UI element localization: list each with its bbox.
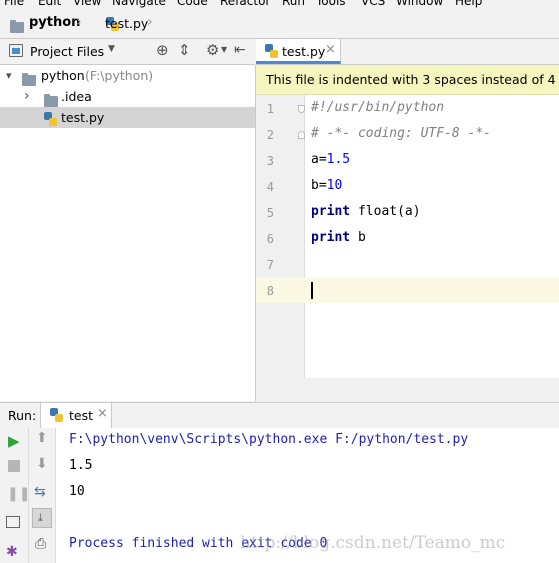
menu-tools[interactable]: Tools [316, 0, 346, 8]
folder-icon [10, 20, 24, 33]
code-lines: #!/usr/bin/python # -*- coding: UTF-8 -*-… [305, 95, 559, 378]
project-tree: ▾ python (F:\python) › .idea test.py [0, 65, 256, 401]
code-line: #!/usr/bin/python [311, 100, 444, 115]
editor-tab-bar: test.py × [256, 39, 559, 65]
breadcrumb-project[interactable]: python [29, 15, 80, 30]
fold-marker-icon[interactable] [298, 131, 305, 139]
tree-item-label: test.py [61, 110, 105, 125]
console-line: F:\python\venv\Scripts\python.exe F:/pyt… [69, 432, 469, 447]
expanded-arrow-icon[interactable]: ▾ [6, 65, 12, 86]
editor-bottom [256, 378, 559, 401]
line-number: 4 [266, 180, 274, 194]
notice-text: This file is indented with 3 spaces inst… [266, 72, 556, 87]
indentation-notice: This file is indented with 3 spaces inst… [256, 65, 559, 95]
collapse-all-icon[interactable]: ⇕ [178, 41, 191, 59]
run-label: Run: [8, 408, 37, 423]
console-line: 1.5 [69, 458, 93, 473]
run-panel-header: Run: test × [0, 402, 559, 429]
line-number: 6 [266, 232, 274, 246]
code-token: 10 [326, 178, 343, 193]
run-toolbar-primary: ▶ ❚❚ ✱ [0, 428, 30, 563]
pause-icon[interactable]: ❚❚ [7, 486, 30, 502]
line-number: 8 [266, 284, 274, 298]
close-icon[interactable]: × [97, 406, 108, 421]
rerun-play-icon[interactable]: ▶ [8, 432, 20, 450]
soft-wrap-icon[interactable]: ⇆ [34, 484, 46, 500]
tree-item-path: (F:\python) [85, 68, 154, 83]
hide-panel-icon[interactable]: ⇤ [234, 42, 246, 58]
gear-icon[interactable]: ⚙ [206, 41, 219, 59]
dropdown-arrow-icon[interactable]: ▼ [108, 44, 115, 54]
code-token: 1.5 [326, 152, 351, 167]
line-number: 5 [266, 206, 274, 220]
project-view-icon [9, 44, 23, 57]
code-token: # -*- coding: UTF-8 -*- [311, 126, 492, 141]
code-token: float(a) [350, 204, 421, 219]
code-line: # -*- coding: UTF-8 -*- [311, 126, 491, 141]
python-file-icon [265, 44, 278, 58]
collapsed-arrow-icon[interactable]: › [24, 86, 30, 107]
code-line: b=10 [311, 178, 342, 193]
watermark: http://blog.csdn.net/Teamo_mc [240, 533, 506, 553]
menu-run[interactable]: Run [282, 0, 305, 8]
folder-icon [22, 73, 36, 86]
menu-help[interactable]: Help [455, 0, 482, 8]
code-token: print [311, 204, 351, 219]
code-token: #!/usr/bin/python [311, 100, 445, 115]
tab-test-py[interactable]: test.py × [256, 39, 341, 64]
debug-icon[interactable]: ✱ [6, 544, 18, 560]
code-token: b= [311, 178, 327, 193]
menu-window[interactable]: Window [396, 0, 443, 8]
menu-refactor[interactable]: Refactor [220, 0, 270, 8]
stop-icon[interactable] [8, 460, 20, 472]
code-line: print float(a) [311, 204, 421, 219]
breadcrumb: python › test.py › [0, 10, 559, 39]
menu-edit[interactable]: Edit [38, 0, 61, 8]
line-numbers: 1 2 3 4 5 6 7 8 [256, 95, 305, 378]
fold-marker-icon[interactable] [298, 105, 305, 113]
tree-item-label: .idea [61, 89, 92, 104]
text-caret [311, 282, 313, 299]
code-line: print b [311, 230, 366, 245]
close-icon[interactable]: × [325, 42, 336, 57]
python-file-icon [50, 408, 63, 422]
folder-icon [44, 94, 58, 107]
line-number: 1 [266, 102, 274, 116]
locate-target-icon[interactable]: ⊕ [156, 41, 169, 59]
arrow-down-icon[interactable]: ⬇ [36, 456, 48, 472]
project-view-selector[interactable]: Project Files [30, 44, 104, 59]
code-token: a= [311, 152, 327, 167]
tree-item-idea[interactable]: › .idea [0, 86, 255, 107]
scroll-to-end-icon[interactable]: ⤓ [32, 508, 52, 528]
line-number: 7 [266, 258, 274, 272]
code-line: a=1.5 [311, 152, 350, 167]
code-token: print [311, 230, 351, 245]
menu-vcs[interactable]: VCS [361, 0, 385, 8]
tree-item-label: python [41, 68, 85, 83]
run-toolbar-secondary: ⬆ ⬇ ⇆ ⤓ ⎙ [29, 428, 56, 563]
tree-item-root[interactable]: ▾ python (F:\python) [0, 65, 255, 86]
dropdown-arrow-icon[interactable]: ▼ [221, 45, 227, 54]
run-tab-label: test [69, 408, 94, 423]
chevron-right-icon: › [76, 14, 82, 30]
line-number: 2 [266, 128, 274, 142]
python-file-icon [44, 112, 57, 126]
line-number: 3 [266, 154, 274, 168]
menu-code[interactable]: Code [177, 0, 208, 8]
menu-bar: File Edit View Navigate Code Refactor Ru… [0, 0, 559, 10]
run-tab-test[interactable]: test × [40, 403, 112, 428]
chevron-right-icon: › [147, 14, 153, 30]
arrow-up-icon[interactable]: ⬆ [36, 430, 48, 446]
tree-item-test-py[interactable]: test.py [0, 107, 255, 128]
console-line: 10 [69, 484, 85, 499]
breadcrumb-file[interactable]: test.py [105, 16, 148, 31]
print-icon[interactable]: ⎙ [35, 536, 46, 552]
menu-navigate[interactable]: Navigate [112, 0, 166, 8]
tab-label: test.py [282, 44, 326, 59]
menu-file[interactable]: File [4, 0, 24, 8]
code-token: b [350, 230, 366, 245]
project-panel-header: Project Files ▼ ⊕ ⇕ ⚙ ▼ ⇤ [0, 39, 255, 65]
layout-icon[interactable] [6, 516, 20, 528]
menu-view[interactable]: View [73, 0, 101, 8]
